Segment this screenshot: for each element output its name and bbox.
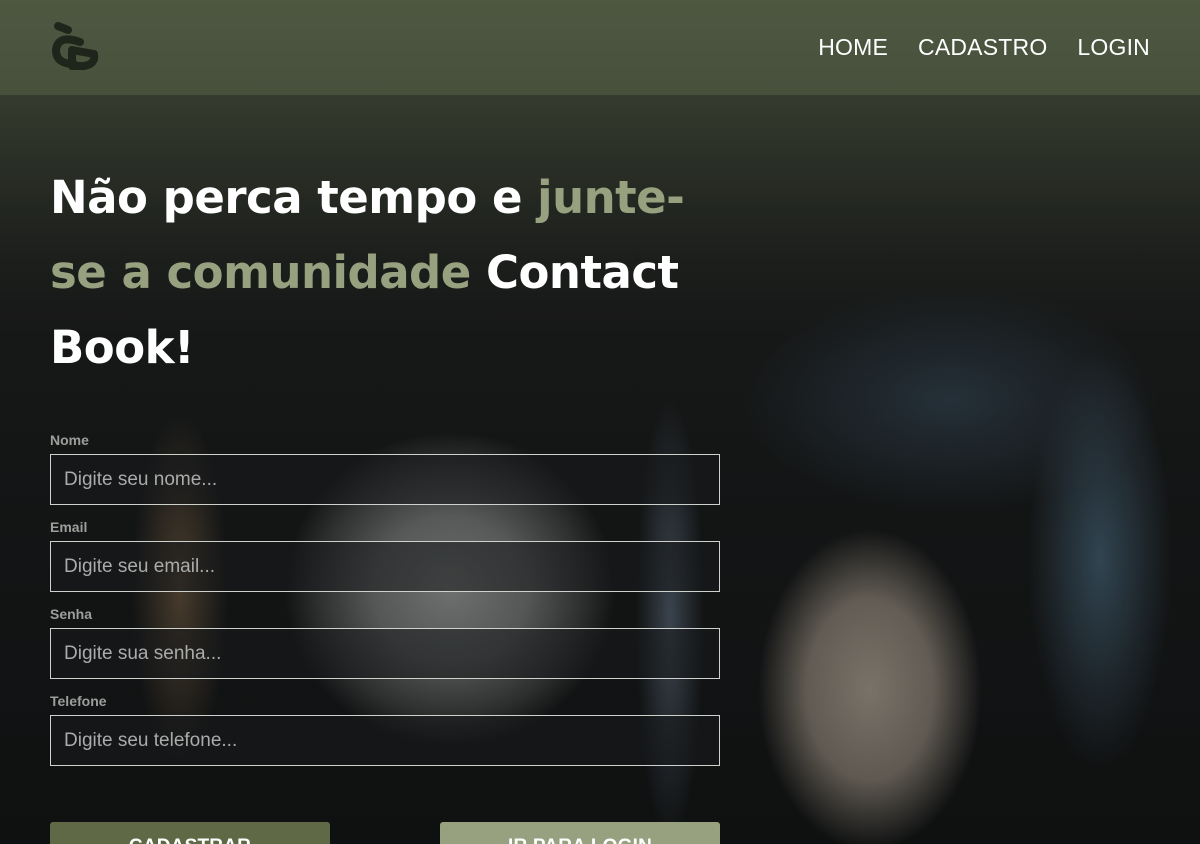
main-nav: HOME CADASTRO LOGIN xyxy=(818,34,1150,61)
password-input[interactable] xyxy=(50,628,720,679)
nav-login-link[interactable]: LOGIN xyxy=(1077,34,1150,61)
signup-form: Nome Email Senha Telefone CADASTRAR IR P… xyxy=(50,432,720,844)
name-input[interactable] xyxy=(50,454,720,505)
email-label: Email xyxy=(50,519,88,535)
name-label: Nome xyxy=(50,432,89,448)
contact-book-logo-icon xyxy=(52,21,99,70)
page-headline: Não perca tempo e junte-se a comunidade … xyxy=(50,160,720,385)
logo-link[interactable] xyxy=(50,20,102,76)
top-navbar: HOME CADASTRO LOGIN xyxy=(0,0,1200,95)
phone-field-group: Telefone xyxy=(50,693,720,766)
register-button[interactable]: CADASTRAR xyxy=(50,822,330,844)
name-field-group: Nome xyxy=(50,432,720,505)
phone-label: Telefone xyxy=(50,693,107,709)
password-field-group: Senha xyxy=(50,606,720,679)
nav-home-link[interactable]: HOME xyxy=(818,34,888,61)
phone-input[interactable] xyxy=(50,715,720,766)
go-to-login-button[interactable]: IR PARA LOGIN xyxy=(440,822,720,844)
form-actions: CADASTRAR IR PARA LOGIN xyxy=(50,822,720,844)
nav-cadastro-link[interactable]: CADASTRO xyxy=(918,34,1047,61)
password-label: Senha xyxy=(50,606,93,622)
email-field-group: Email xyxy=(50,519,720,592)
signup-section: Não perca tempo e junte-se a comunidade … xyxy=(50,160,720,844)
headline-text-start: Não perca tempo e xyxy=(50,171,538,224)
email-input[interactable] xyxy=(50,541,720,592)
